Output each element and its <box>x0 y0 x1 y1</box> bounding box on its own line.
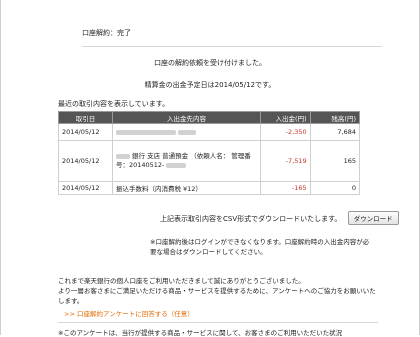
col-desc-header: 入出金先内容 <box>111 111 262 124</box>
cell-amount: -7,519 <box>260 140 311 182</box>
thanks-line: これまで楽天銀行の個人口座をご利用いただきまして誠にありがとうございました。 <box>58 277 305 285</box>
table-row: 2014/05/12 -2,350 7,684 <box>58 123 361 141</box>
thanks-message: これまで楽天銀行の個人口座をご利用いただきまして誠にありがとうございました。 よ… <box>58 276 378 306</box>
cell-desc: 振込手数料（内消費税 ¥12） <box>111 181 262 195</box>
survey-footnote: ※このアンケートは、当行が提供する商品・サービスに関して、お客さまのご利用いただ… <box>58 329 343 337</box>
accepted-message: 口座の解約依頼を受け付けました。 <box>154 59 266 67</box>
cell-desc: 銀行 支店 普通預金 （依頼人名： 管理番号：20140512- <box>111 140 262 182</box>
redacted-text <box>115 153 130 159</box>
col-date-header: 取引日 <box>58 111 113 124</box>
csv-download-text: 上記表示取引内容をCSV形式でダウンロードいたします。 <box>160 215 342 223</box>
redacted-text <box>166 162 187 168</box>
cell-date: 2014/05/12 <box>58 140 113 182</box>
transactions-table: 取引日 入出金先内容 入出金(円) 残高(円) 2014/05/12 -2,35… <box>58 111 361 195</box>
col-amount-header: 入出金(円) <box>260 111 311 124</box>
divider <box>58 322 378 323</box>
cell-balance: 7,684 <box>309 123 361 141</box>
table-row: 2014/05/12 振込手数料（内消費税 ¥12） -165 0 <box>58 181 361 195</box>
cell-desc <box>111 123 262 141</box>
redacted-text <box>115 129 176 135</box>
table-header-row: 取引日 入出金先内容 入出金(円) 残高(円) <box>58 111 361 124</box>
cell-amount: -2,350 <box>260 123 311 141</box>
page-title: 口座解約：完了 <box>82 28 382 47</box>
csv-download-row: 上記表示取引内容をCSV形式でダウンロードいたします。 ダウンロード <box>160 211 399 225</box>
logout-warning-note: ※口座解約後はログインができなくなります。口座解約時の入出金内容が必要な場合はダ… <box>150 238 370 256</box>
col-balance-header: 残高(円) <box>309 111 361 124</box>
cell-balance: 165 <box>309 140 361 182</box>
survey-link[interactable]: >> 口座解約アンケートに回答する（任意） <box>64 308 194 318</box>
cell-date: 2014/05/12 <box>58 181 113 195</box>
transactions-intro: 最近の取引内容を表示しています。 <box>58 100 170 108</box>
cell-date: 2014/05/12 <box>58 123 113 141</box>
cell-amount: -165 <box>260 181 311 195</box>
table-row: 2014/05/12 銀行 支店 普通預金 （依頼人名： 管理番号：201405… <box>58 140 361 182</box>
survey-request-line: より一層お客さまにご満足いただける商品・サービスを提供するために、アンケートへの… <box>58 287 376 305</box>
download-button[interactable]: ダウンロード <box>347 211 399 225</box>
payout-date-message: 精算金の出金予定日は2014/05/12です。 <box>144 81 276 89</box>
redacted-text <box>178 129 197 135</box>
cell-balance: 0 <box>309 181 361 195</box>
